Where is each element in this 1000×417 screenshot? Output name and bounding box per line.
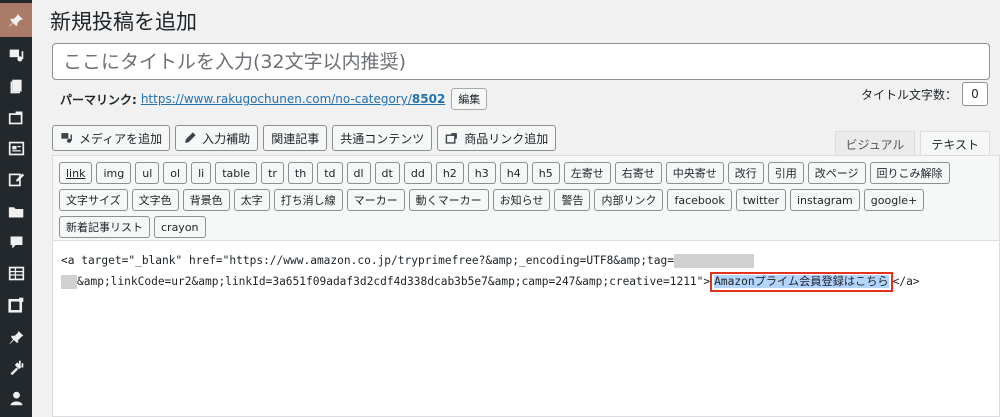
quicktag-button[interactable]: 打ち消し線 (273, 189, 343, 211)
table-icon[interactable] (0, 256, 32, 290)
feedback-icon[interactable] (0, 100, 32, 134)
pages-icon[interactable] (0, 69, 32, 103)
media-icon[interactable] (0, 38, 32, 72)
editor-tabs: ビジュアル テキスト (830, 131, 990, 157)
quicktag-button[interactable]: 左寄せ (563, 162, 611, 184)
quicktag-button[interactable]: 右寄せ (614, 162, 662, 184)
quicktag-button[interactable]: th (287, 162, 314, 184)
quicktag-button[interactable]: facebook (667, 189, 732, 211)
comments-icon[interactable] (0, 225, 32, 259)
redacted-block (61, 275, 77, 289)
quicktag-button[interactable]: dl (346, 162, 371, 184)
quicktag-button[interactable]: twitter (735, 189, 786, 211)
quicktag-button[interactable]: 引用 (767, 162, 804, 184)
quicktag-button[interactable]: link (59, 162, 93, 184)
quicktag-button[interactable]: li (191, 162, 212, 184)
quicktag-button[interactable]: tr (261, 162, 284, 184)
quicktag-button[interactable]: 文字サイズ (59, 189, 128, 211)
card-icon[interactable] (0, 131, 32, 165)
plugin-icon[interactable] (0, 287, 32, 321)
quicktag-button[interactable]: img (96, 162, 132, 184)
tab-visual[interactable]: ビジュアル (834, 131, 916, 157)
char-count-label: タイトル文字数： (860, 87, 957, 102)
quicktag-button[interactable]: 警告 (554, 189, 591, 211)
related-articles-button[interactable]: 関連記事 (263, 125, 328, 151)
quicktag-button[interactable]: 中央寄せ (665, 162, 724, 184)
quicktags-toolbar: link img ul ol li table tr th td dl dt dd h2 h3 h4 h5 左寄… (53, 156, 999, 241)
quicktag-button[interactable]: h4 (499, 162, 528, 184)
page-title: 新規投稿を追加 (50, 10, 197, 34)
media-icon (61, 133, 72, 143)
media-buttons: メディアを追加 入力補助 関連記事 共通コンテンツ 商品リンク追加 (52, 125, 557, 151)
quicktag-button[interactable]: 回りこみ解除 (869, 162, 950, 184)
title-char-count: タイトル文字数： 0 (861, 82, 988, 106)
permalink-url[interactable]: https://www.rakugochunen.com/no-category… (141, 92, 445, 106)
add-media-button[interactable]: メディアを追加 (52, 125, 171, 151)
main-content: 新規投稿を追加 パーマリンク: https://www.rakugochunen… (32, 0, 1000, 417)
quicktag-button[interactable]: 太字 (233, 189, 270, 211)
quicktag-button[interactable]: 動くマーカー (408, 189, 489, 211)
users-icon[interactable] (0, 381, 32, 415)
post-title-input[interactable] (52, 43, 990, 80)
quicktag-button[interactable]: 新着記事リスト (59, 216, 150, 238)
code-line-1: <a target="_blank" href="https://www.ama… (61, 250, 991, 271)
editor-textarea[interactable]: <a target="_blank" href="https://www.ama… (53, 241, 999, 301)
tools-icon[interactable] (0, 350, 32, 384)
text-editor: link img ul ol li table tr th td dl dt dd h2 h3 h4 h5 左寄… (52, 155, 1000, 417)
quicktag-button[interactable]: 改ページ (807, 162, 866, 184)
folder-icon[interactable] (0, 194, 32, 228)
redacted-block (673, 254, 754, 268)
quicktag-button[interactable]: table (215, 162, 258, 184)
external-link-icon (445, 133, 458, 144)
quicktag-button[interactable]: ol (163, 162, 188, 184)
permalink: パーマリンク: https://www.rakugochunen.com/no-… (60, 88, 488, 110)
highlighted-link-text: Amazonプライム会員登録はこちら (710, 272, 893, 292)
permalink-label: パーマリンク: (60, 92, 137, 107)
quicktag-button[interactable]: 背景色 (182, 189, 230, 211)
quicktag-button[interactable]: h2 (435, 162, 464, 184)
quicktag-button[interactable]: td (317, 162, 343, 184)
pen-icon (185, 132, 196, 143)
edit-icon[interactable] (0, 162, 32, 196)
quicktag-button[interactable]: マーカー (346, 189, 405, 211)
quicktag-button[interactable]: instagram (790, 189, 860, 211)
quicktag-button[interactable]: crayon (154, 216, 206, 238)
product-link-button[interactable]: 商品リンク追加 (437, 125, 557, 151)
pushpin-icon[interactable] (0, 320, 32, 354)
quicktag-button[interactable]: ul (135, 162, 160, 184)
shared-content-button[interactable]: 共通コンテンツ (332, 125, 433, 151)
quicktag-button[interactable]: お知らせ (492, 189, 551, 211)
quicktag-button[interactable]: dd (403, 162, 432, 184)
permalink-edit-button[interactable]: 編集 (451, 88, 488, 110)
quicktag-button[interactable]: 改行 (727, 162, 764, 184)
pin-icon[interactable] (0, 3, 32, 37)
quicktag-button[interactable]: 内部リンク (594, 189, 664, 211)
quicktag-button[interactable]: google+ (863, 189, 925, 211)
tab-text[interactable]: テキスト (920, 131, 990, 157)
quicktag-button[interactable]: h3 (467, 162, 496, 184)
char-count-value: 0 (962, 82, 988, 106)
quicktag-button[interactable]: dt (374, 162, 400, 184)
input-assist-button[interactable]: 入力補助 (175, 125, 259, 151)
admin-sidebar (0, 0, 32, 417)
quicktag-button[interactable]: h5 (531, 162, 560, 184)
code-line-2: &amp;linkCode=ur2&amp;linkId=3a651f09ada… (61, 271, 991, 292)
quicktag-button[interactable]: 文字色 (131, 189, 179, 211)
